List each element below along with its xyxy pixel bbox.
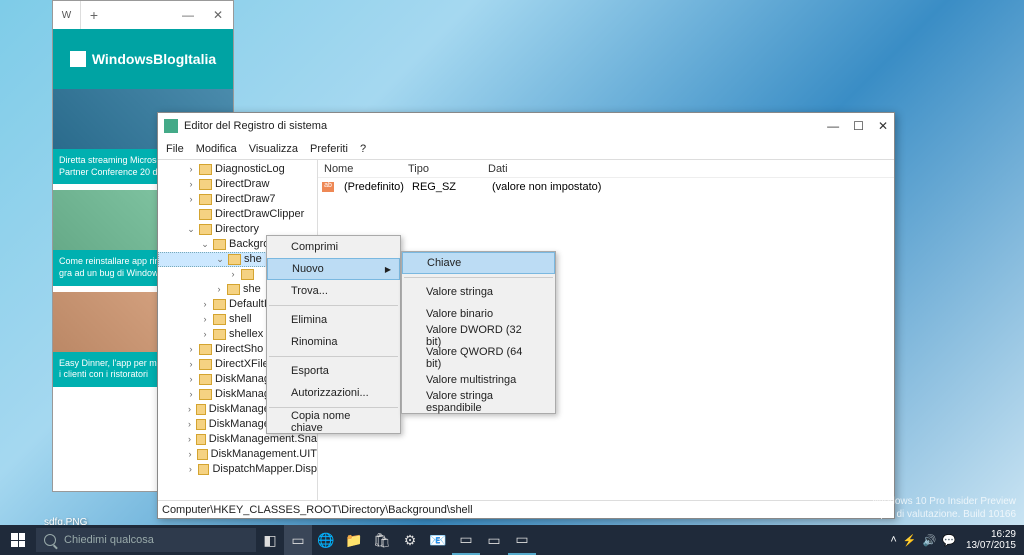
menu-file[interactable]: File (166, 143, 184, 155)
menu-view[interactable]: Visualizza (249, 143, 298, 155)
new-tab-button[interactable]: + (81, 7, 107, 23)
ctx-permissions[interactable]: Autorizzazioni... (267, 382, 400, 404)
search-placeholder: Chiedimi qualcosa (64, 534, 154, 546)
ctx-rename[interactable]: Rinomina (267, 331, 400, 353)
maximize-button[interactable]: ☐ (853, 119, 864, 133)
taskbar-app[interactable]: 🛍 (368, 525, 396, 555)
close-button[interactable]: ✕ (203, 1, 233, 29)
minimize-button[interactable]: — (173, 1, 203, 29)
ctx-new-expandstring[interactable]: Valore stringa espandibile (402, 391, 555, 413)
close-button[interactable]: ✕ (878, 119, 888, 133)
search-box[interactable]: Chiedimi qualcosa (36, 528, 256, 552)
col-type: Tipo (408, 163, 488, 175)
ctx-export[interactable]: Esporta (267, 360, 400, 382)
taskbar-app[interactable]: ▭ (452, 525, 480, 555)
ctx-copy-key-name[interactable]: Copia nome chiave (267, 411, 400, 433)
tray-volume-icon[interactable]: 🔊 (923, 534, 937, 547)
menu-help[interactable]: ? (360, 143, 366, 155)
start-button[interactable] (0, 525, 36, 555)
taskbar-app[interactable]: ▭ (480, 525, 508, 555)
clock[interactable]: 16:29 13/07/2015 (966, 529, 1016, 551)
taskbar: Chiedimi qualcosa ◧ ▭ 🌐 📁 🛍 ⚙ 📧 ▭ ▭ ▭ ˄ … (0, 525, 1024, 555)
site-header: WindowsBlogItalia (53, 29, 233, 89)
col-data: Dati (488, 163, 894, 175)
taskbar-app[interactable]: 🌐 (312, 525, 340, 555)
ctx-delete[interactable]: Elimina (267, 309, 400, 331)
regedit-titlebar: Editor del Registro di sistema — ☐ ✕ (158, 113, 894, 139)
ctx-new-dword[interactable]: Valore DWORD (32 bit) (402, 325, 555, 347)
ctx-new-binary[interactable]: Valore binario (402, 303, 555, 325)
system-tray: ˄ ⚡ 🔊 💬 16:29 13/07/2015 (890, 529, 1024, 551)
search-icon (44, 534, 56, 546)
window-title: Editor del Registro di sistema (184, 120, 327, 132)
regedit-icon (164, 119, 178, 133)
status-bar: Computer\HKEY_CLASSES_ROOT\Directory\Bac… (158, 500, 894, 518)
tray-notifications-icon[interactable]: 💬 (942, 534, 956, 547)
windows-logo-icon (11, 533, 25, 547)
ctx-new-qword[interactable]: Valore QWORD (64 bit) (402, 347, 555, 369)
taskbar-app[interactable]: ⚙ (396, 525, 424, 555)
menu-favorites[interactable]: Preferiti (310, 143, 348, 155)
context-menu: Comprimi Nuovo▶ Trova... Elimina Rinomin… (266, 235, 401, 434)
string-value-icon: ab (322, 182, 334, 192)
value-row[interactable]: ab (Predefinito) REG_SZ (valore non impo… (318, 178, 894, 196)
taskbar-app[interactable]: ▭ (284, 525, 312, 555)
ctx-find[interactable]: Trova... (267, 280, 400, 302)
site-logo-icon (70, 51, 86, 67)
minimize-button[interactable]: — (827, 119, 839, 133)
col-name: Nome (318, 163, 408, 175)
taskbar-app[interactable]: 📁 (340, 525, 368, 555)
taskbar-app[interactable]: ▭ (508, 525, 536, 555)
ctx-new[interactable]: Nuovo▶ (267, 258, 400, 280)
browser-tab[interactable]: W (53, 1, 81, 29)
site-brand: WindowsBlogItalia (92, 51, 216, 67)
browser-titlebar: W + — ✕ (53, 1, 233, 29)
ctx-compress[interactable]: Comprimi (267, 236, 400, 258)
menu-edit[interactable]: Modifica (196, 143, 237, 155)
column-headers[interactable]: Nome Tipo Dati (318, 160, 894, 178)
ctx-new-string[interactable]: Valore stringa (402, 281, 555, 303)
ctx-new-key[interactable]: Chiave (402, 252, 555, 274)
tray-up-icon[interactable]: ˄ (890, 534, 896, 547)
menu-bar: File Modifica Visualizza Preferiti ? (158, 139, 894, 159)
ctx-new-multistring[interactable]: Valore multistringa (402, 369, 555, 391)
tray-network-icon[interactable]: ⚡ (903, 534, 917, 547)
task-view-button[interactable]: ◧ (256, 525, 284, 555)
context-submenu-new: Chiave Valore stringa Valore binario Val… (401, 251, 556, 414)
chevron-right-icon: ▶ (385, 265, 391, 274)
watermark: Windows 10 Pro Insider Preview Copia di … (868, 495, 1016, 521)
taskbar-app[interactable]: 📧 (424, 525, 452, 555)
